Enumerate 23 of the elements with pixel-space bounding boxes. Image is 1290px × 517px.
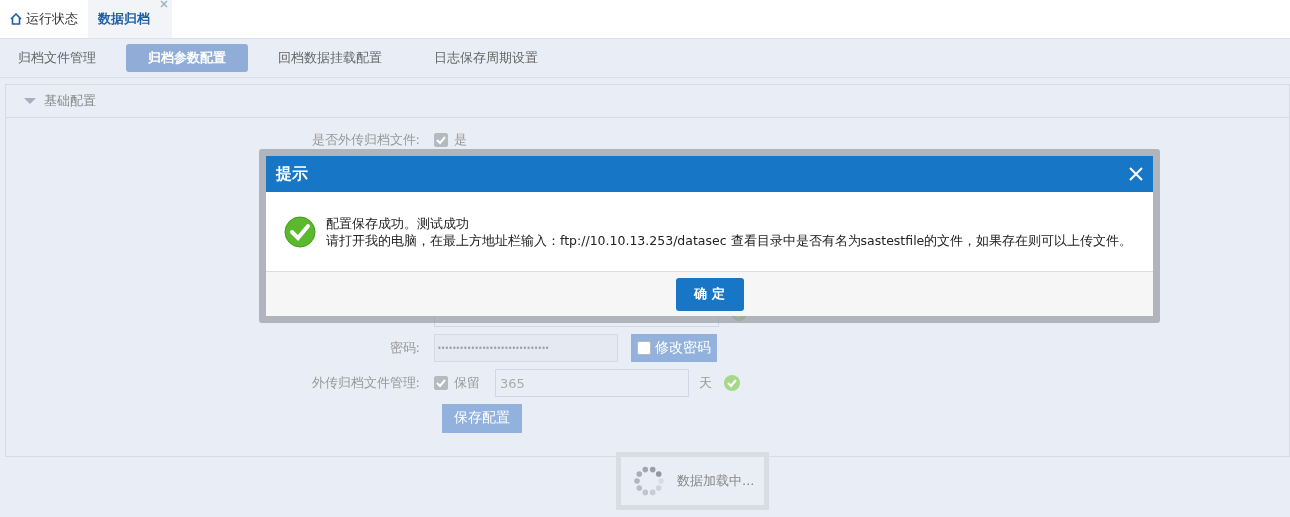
dialog-message: 配置保存成功。测试成功 bbox=[326, 214, 470, 232]
success-check-icon bbox=[284, 215, 316, 248]
home-icon bbox=[10, 13, 22, 25]
sub-tab[interactable]: 回档数据挂载配置 bbox=[256, 44, 404, 72]
checkbox[interactable] bbox=[434, 376, 448, 390]
dialog-message: 请打开我的电脑，在最上方地址栏输入：ftp://10.10.13.253/datasec 查看目录中是否有名为sastestfile的文件，如果存在则可以上传文件。 bbox=[326, 231, 1133, 249]
page-tab[interactable]: 数据归档 bbox=[88, 0, 172, 38]
panel-title: 基础配置 bbox=[44, 92, 96, 110]
checkbox-label: 保留 bbox=[454, 374, 480, 392]
sub-tab[interactable]: 日志保存周期设置 bbox=[412, 44, 560, 72]
checkbox[interactable] bbox=[434, 133, 448, 147]
field-label: 外传归档文件管理: bbox=[310, 374, 421, 392]
unit-label: 天 bbox=[699, 374, 712, 392]
field-label: 密码: bbox=[388, 339, 421, 357]
ok-button[interactable]: 确 定 bbox=[675, 277, 744, 311]
sub-tab[interactable]: 归档文件管理 bbox=[8, 44, 118, 72]
spinner-icon bbox=[633, 465, 665, 497]
checkbox-label: 是 bbox=[454, 131, 467, 149]
caret-icon[interactable] bbox=[24, 97, 36, 105]
field-label: 是否外传归档文件: bbox=[310, 131, 421, 149]
loading-text: 数据加载中... bbox=[677, 472, 755, 490]
dialog-title: 提示 bbox=[276, 163, 308, 185]
close-icon[interactable] bbox=[160, 0, 168, 8]
